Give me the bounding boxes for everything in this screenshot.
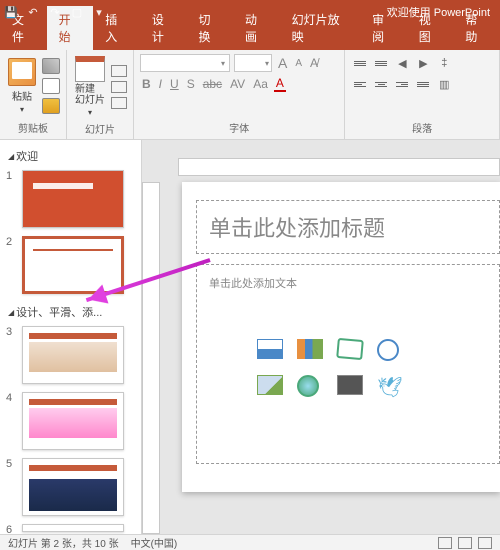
layout-icon[interactable] xyxy=(111,65,127,77)
new-slide-label: 新建 幻灯片 xyxy=(75,84,105,106)
slide-canvas[interactable]: 单击此处添加标题 单击此处添加文本 🕊 xyxy=(182,182,500,492)
thumb-number: 3 xyxy=(6,326,18,384)
thumb-number: 6 xyxy=(6,524,18,534)
chevron-down-icon: ▾ xyxy=(88,108,92,117)
increase-indent-icon[interactable]: ▶ xyxy=(414,54,432,72)
save-icon[interactable]: 💾 xyxy=(4,5,18,19)
bullets-icon[interactable] xyxy=(351,54,369,72)
section-design[interactable]: ◢设计、平滑、添... xyxy=(0,300,141,324)
decrease-font-icon[interactable]: A xyxy=(293,58,304,69)
insert-icon-icon[interactable]: 🕊 xyxy=(377,375,403,395)
slide-thumbnail-2[interactable] xyxy=(22,236,124,294)
tab-view[interactable]: 视图 xyxy=(407,6,454,50)
underline-button[interactable]: U xyxy=(168,77,181,91)
align-right-icon[interactable] xyxy=(393,75,411,93)
font-group-label: 字体 xyxy=(140,118,338,135)
insert-3d-icon[interactable] xyxy=(377,339,399,361)
thumb-number: 2 xyxy=(6,236,18,294)
content-insert-icons: 🕊 xyxy=(257,339,409,403)
insert-online-picture-icon[interactable] xyxy=(297,375,319,397)
redo-icon[interactable]: ↷ xyxy=(48,5,62,19)
horizontal-ruler[interactable] xyxy=(178,158,500,176)
slides-group-label: 幻灯片 xyxy=(73,119,127,136)
status-bar: 幻灯片 第 2 张，共 10 张 中文(中国) xyxy=(0,534,500,550)
ribbon: 粘贴 ▾ 剪贴板 新建 幻灯片 ▾ 幻灯片 xyxy=(0,50,500,140)
shadow-button[interactable]: S xyxy=(185,77,197,91)
language-indicator[interactable]: 中文(中国) xyxy=(131,535,178,550)
reading-view-icon[interactable] xyxy=(478,537,492,549)
qat-more-icon[interactable]: ▾ xyxy=(92,5,106,19)
italic-button[interactable]: I xyxy=(157,77,164,91)
increase-font-icon[interactable]: A xyxy=(276,55,289,71)
numbering-icon[interactable] xyxy=(372,54,390,72)
slide-thumbnail-5[interactable] xyxy=(22,458,124,516)
section-welcome[interactable]: ◢欢迎 xyxy=(0,144,141,168)
change-case-button[interactable]: Aa xyxy=(251,77,270,91)
undo-icon[interactable]: ↶ xyxy=(26,5,40,19)
clear-format-icon[interactable]: A̸ xyxy=(308,56,320,70)
tab-review[interactable]: 审阅 xyxy=(360,6,407,50)
thumb-number: 1 xyxy=(6,170,18,228)
slide-thumbnails-pane[interactable]: ◢欢迎 1 2 ◢设计、平滑、添... 3 4 5 6 xyxy=(0,140,142,534)
copy-icon[interactable] xyxy=(42,78,60,94)
content-placeholder[interactable]: 单击此处添加文本 🕊 xyxy=(196,264,500,464)
start-from-beginning-icon[interactable]: ▢ xyxy=(70,5,84,19)
insert-chart-icon[interactable] xyxy=(297,339,323,359)
title-placeholder-text: 单击此处添加标题 xyxy=(209,211,487,243)
decrease-indent-icon[interactable]: ◀ xyxy=(393,54,411,72)
insert-table-icon[interactable] xyxy=(257,339,283,359)
paste-label: 粘贴 xyxy=(12,88,32,103)
chevron-down-icon: ▾ xyxy=(20,105,24,114)
thumb-number: 5 xyxy=(6,458,18,516)
title-placeholder[interactable]: 单击此处添加标题 xyxy=(196,200,500,254)
vertical-ruler[interactable] xyxy=(142,182,160,534)
align-left-icon[interactable] xyxy=(351,75,369,93)
slide-editor: 单击此处添加标题 单击此处添加文本 🕊 xyxy=(142,140,500,534)
tab-help[interactable]: 帮助 xyxy=(453,6,500,50)
justify-icon[interactable] xyxy=(414,75,432,93)
bold-button[interactable]: B xyxy=(140,77,153,91)
group-clipboard: 粘贴 ▾ 剪贴板 xyxy=(0,50,67,139)
tab-design[interactable]: 设计 xyxy=(140,6,187,50)
tab-transitions[interactable]: 切换 xyxy=(186,6,233,50)
slide-thumbnail-4[interactable] xyxy=(22,392,124,450)
cut-icon[interactable] xyxy=(42,58,60,74)
group-font: ▾ ▾ A A A̸ B I U S abc AV Aa A 字体 xyxy=(134,50,345,139)
slide-thumbnail-3[interactable] xyxy=(22,326,124,384)
reset-icon[interactable] xyxy=(111,81,127,93)
clipboard-group-label: 剪贴板 xyxy=(6,118,60,135)
columns-icon[interactable]: ▥ xyxy=(435,75,453,93)
ribbon-tabs: 文件 开始 插入 设计 切换 动画 幻灯片放映 审阅 视图 帮助 xyxy=(0,24,500,50)
tab-slideshow[interactable]: 幻灯片放映 xyxy=(280,6,361,50)
font-name-select[interactable]: ▾ xyxy=(140,54,230,72)
insert-picture-icon[interactable] xyxy=(257,375,283,395)
char-spacing-button[interactable]: AV xyxy=(228,77,247,91)
line-spacing-icon[interactable]: ‡ xyxy=(435,54,453,72)
paste-icon xyxy=(8,58,36,86)
slide-thumbnail-1[interactable] xyxy=(22,170,124,228)
insert-video-icon[interactable] xyxy=(337,375,363,395)
slide-counter[interactable]: 幻灯片 第 2 张，共 10 张 xyxy=(8,535,119,550)
section-icon[interactable] xyxy=(111,97,127,109)
insert-smartart-icon[interactable] xyxy=(336,338,364,360)
group-paragraph: ◀ ▶ ‡ ▥ 段落 xyxy=(345,50,500,139)
workspace: ◢欢迎 1 2 ◢设计、平滑、添... 3 4 5 6 xyxy=(0,140,500,534)
font-color-button[interactable]: A xyxy=(274,76,286,92)
thumb-number: 4 xyxy=(6,392,18,450)
sorter-view-icon[interactable] xyxy=(458,537,472,549)
format-painter-icon[interactable] xyxy=(42,98,60,114)
font-size-select[interactable]: ▾ xyxy=(234,54,272,72)
paste-button[interactable]: 粘贴 ▾ xyxy=(6,56,38,116)
new-slide-button[interactable]: 新建 幻灯片 ▾ xyxy=(73,54,107,119)
new-slide-icon xyxy=(75,56,105,82)
normal-view-icon[interactable] xyxy=(438,537,452,549)
tab-animations[interactable]: 动画 xyxy=(233,6,280,50)
group-slides: 新建 幻灯片 ▾ 幻灯片 xyxy=(67,50,134,139)
strikethrough-button[interactable]: abc xyxy=(201,77,224,91)
slide-thumbnail-6[interactable] xyxy=(22,524,124,532)
align-center-icon[interactable] xyxy=(372,75,390,93)
paragraph-group-label: 段落 xyxy=(351,118,493,135)
content-placeholder-text: 单击此处添加文本 xyxy=(209,275,487,291)
